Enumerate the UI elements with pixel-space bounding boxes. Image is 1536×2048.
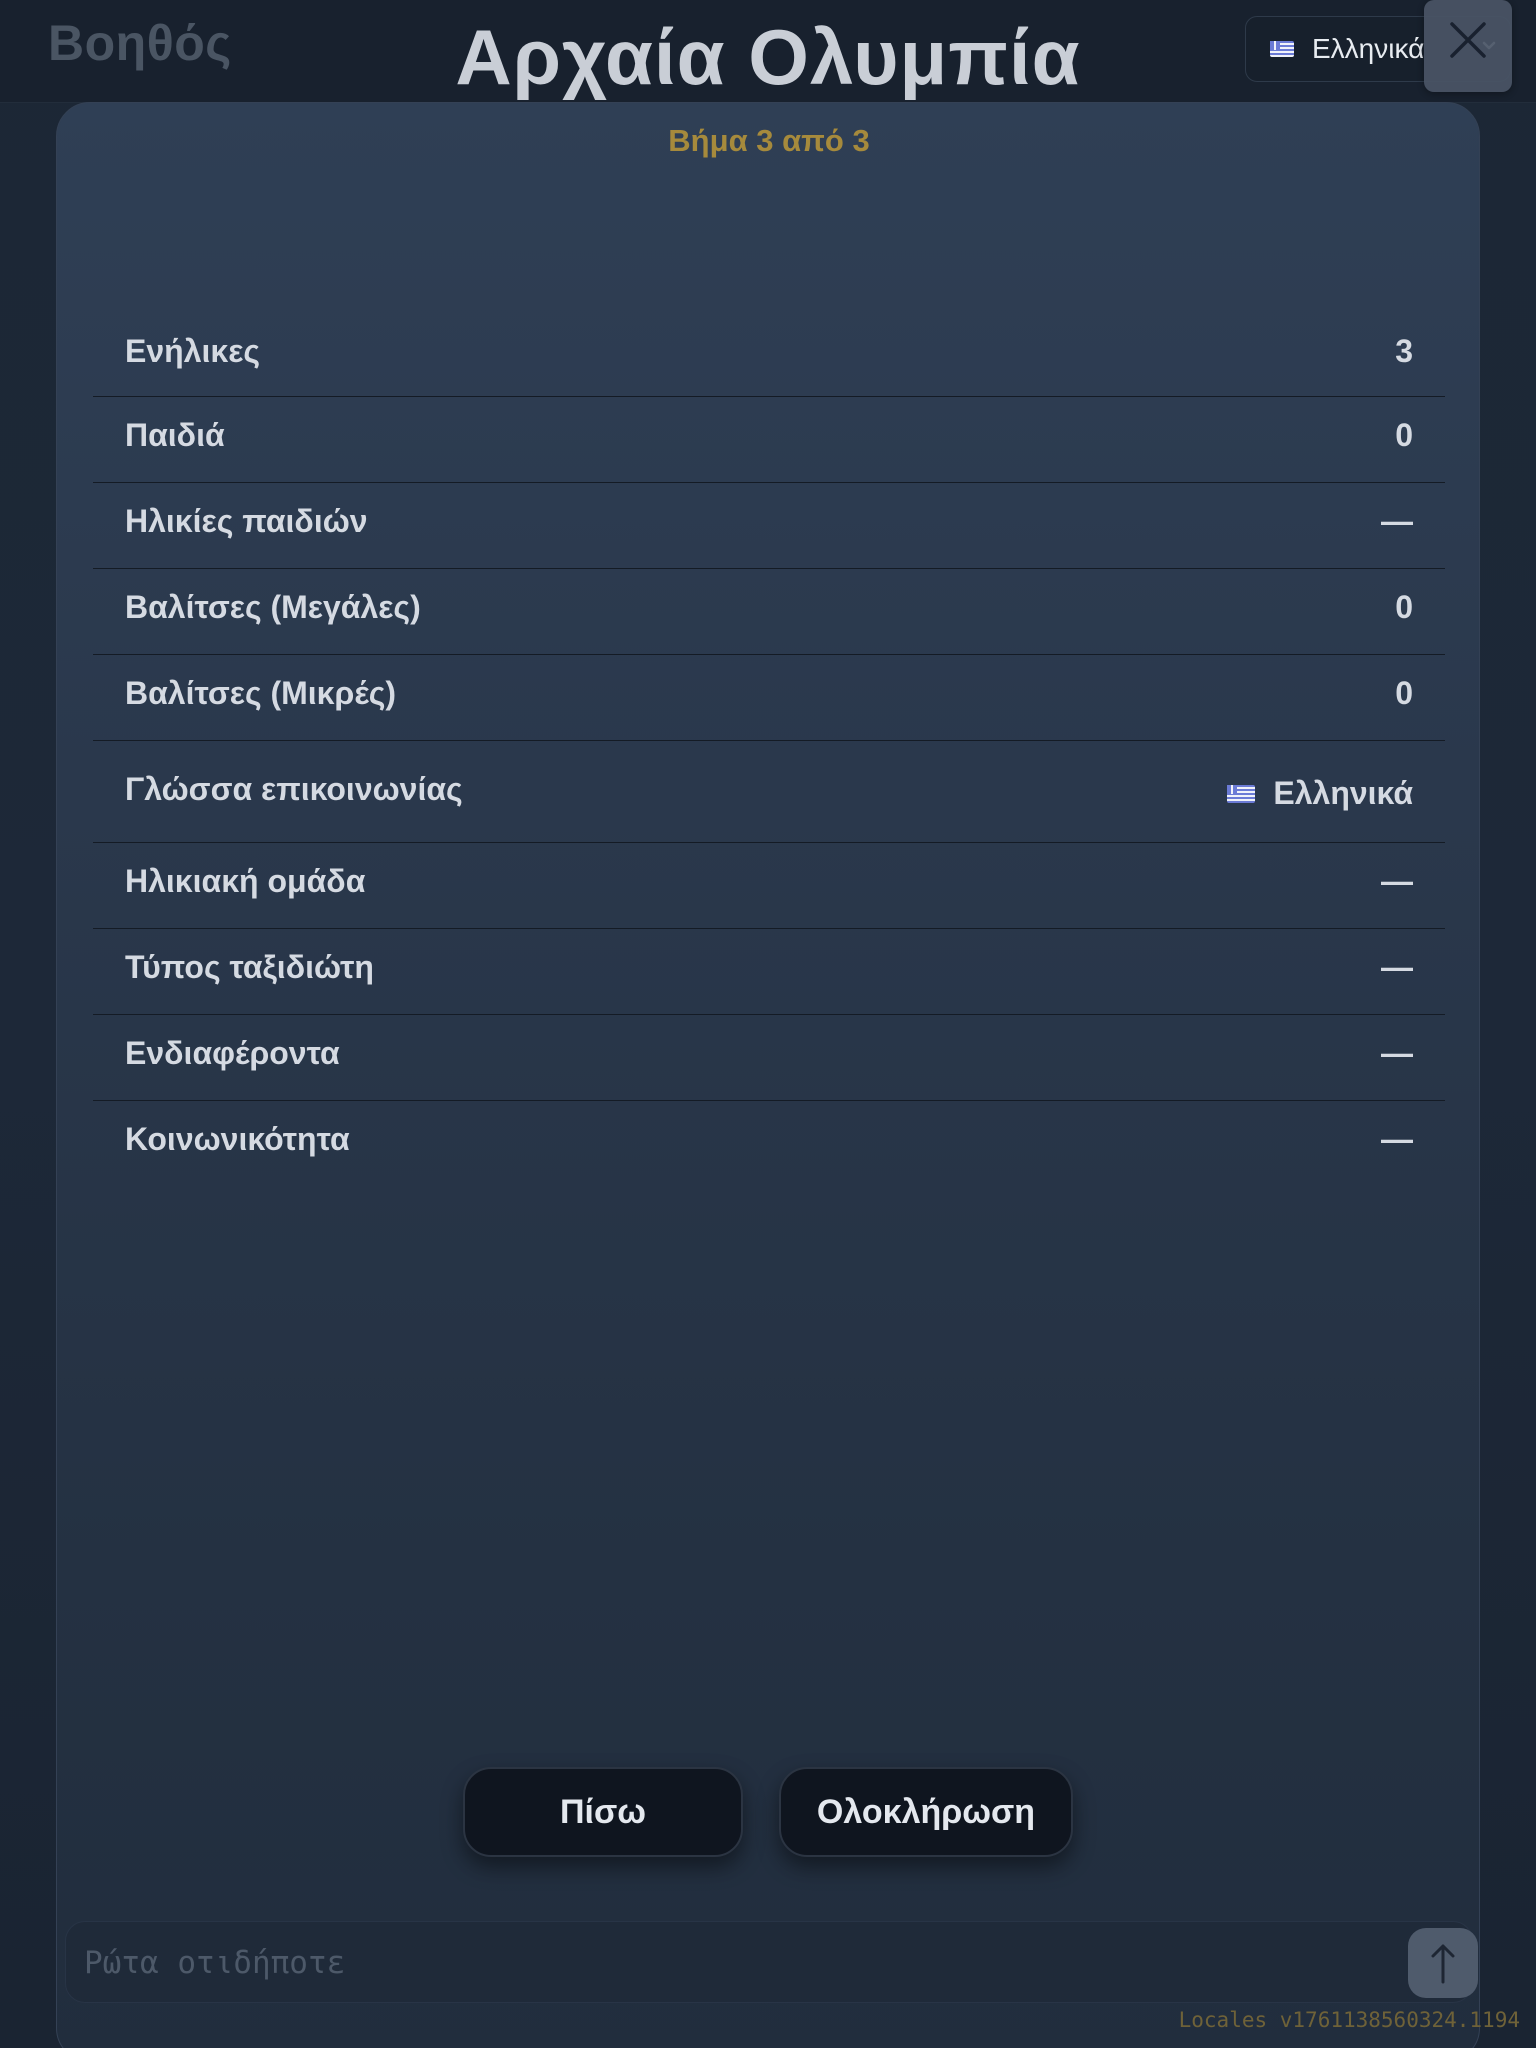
summary-row-small-suitcases: Βαλίτσες (Μικρές) 0 [93,655,1445,741]
summary-row-value: Ελληνικά [1227,775,1413,812]
close-icon [1450,22,1486,58]
summary-row-value: — [1381,1035,1413,1071]
summary-row-value: — [1381,1121,1413,1157]
summary-row-children-ages: Ηλικίες παιδιών — [93,483,1445,569]
summary-row-label: Ηλικίες παιδιών [125,503,368,539]
greek-flag-icon [1227,784,1256,803]
summary-row-label: Βαλίτσες (Μεγάλες) [125,589,421,625]
back-button[interactable]: Πίσω [463,1767,743,1857]
summary-row-value-text: Ελληνικά [1273,775,1413,811]
finish-button[interactable]: Ολοκλήρωση [779,1767,1073,1857]
arrow-up-icon [1431,1944,1455,1984]
app-page: Βοηθός Αρχαία Ολυμπία Ελληνικά Βήμα 3 απ… [0,0,1536,2048]
summary-row-label: Βαλίτσες (Μικρές) [125,675,397,711]
wizard-card: Βήμα 3 από 3 Ενήλικες 3 Παιδιά 0 Ηλικίες… [56,102,1480,2048]
summary-row-communication-language: Γλώσσα επικοινωνίας Ελληνικά [93,741,1445,843]
summary-row-value: — [1381,949,1413,985]
greek-flag-icon [1270,41,1294,57]
send-button[interactable] [1408,1928,1478,1998]
summary-row-children: Παιδιά 0 [93,397,1445,483]
summary-row-traveler-type: Τύπος ταξιδιώτη — [93,929,1445,1015]
summary-row-value: 0 [1395,417,1413,453]
close-button[interactable] [1424,0,1512,92]
summary-row-value: — [1381,503,1413,539]
top-bar: Βοηθός Αρχαία Ολυμπία Ελληνικά [0,0,1536,103]
summary-row-age-group: Ηλικιακή ομάδα — [93,843,1445,929]
summary-row-adults: Ενήλικες 3 [93,309,1445,397]
summary-row-label: Τύπος ταξιδιώτη [125,949,374,985]
language-select-value: Ελληνικά [1312,33,1425,64]
summary-row-value: 0 [1395,675,1413,711]
version-label: Locales v1761138560324.1194 [1178,2008,1520,2032]
summary-row-label: Ενδιαφέροντα [125,1035,340,1071]
summary-row-value: 0 [1395,589,1413,625]
summary-row-label: Ενήλικες [125,333,261,369]
summary-row-label: Ηλικιακή ομάδα [125,863,366,899]
summary-row-sociability: Κοινωνικότητα — [93,1101,1445,1187]
step-indicator: Βήμα 3 από 3 [668,123,870,158]
summary-row-label: Γλώσσα επικοινωνίας [125,771,463,807]
summary-row-label: Παιδιά [125,417,225,453]
summary-row-label: Κοινωνικότητα [125,1121,350,1157]
summary-row-value: — [1381,863,1413,899]
summary-row-interests: Ενδιαφέροντα — [93,1015,1445,1101]
chat-input[interactable] [82,1934,1336,1992]
summary-row-value: 3 [1395,333,1413,369]
chat-input-bar [65,1921,1478,2003]
summary-row-large-suitcases: Βαλίτσες (Μεγάλες) 0 [93,569,1445,655]
